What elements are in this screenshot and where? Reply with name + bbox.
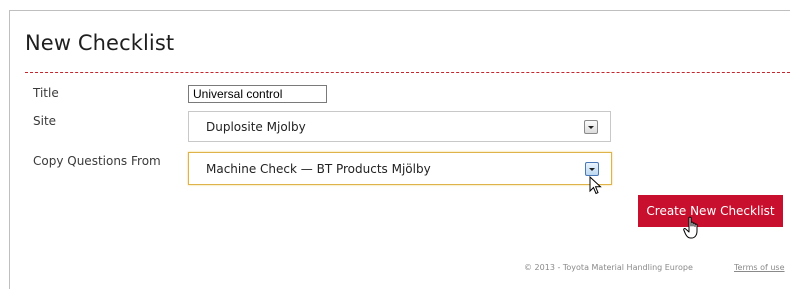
terms-of-use-link[interactable]: Terms of use — [734, 263, 785, 272]
create-new-checklist-button[interactable]: Create New Checklist — [638, 195, 783, 227]
chevron-down-icon[interactable] — [585, 161, 599, 176]
copy-questions-label: Copy Questions From — [33, 154, 161, 168]
copy-questions-value: Machine Check — BT Products Mjölby — [206, 161, 431, 176]
title-label: Title — [33, 86, 59, 100]
site-label: Site — [33, 114, 57, 128]
chevron-down-icon[interactable] — [584, 119, 598, 134]
copy-questions-select[interactable]: Machine Check — BT Products Mjölby — [188, 152, 612, 185]
site-select[interactable]: Duplosite Mjolby — [188, 111, 611, 142]
footer-copyright: © 2013 - Toyota Material Handling Europe — [524, 263, 693, 272]
page-title: New Checklist — [25, 31, 175, 55]
title-divider — [25, 72, 790, 73]
title-input[interactable]: Universal control — [188, 85, 327, 103]
site-select-value: Duplosite Mjolby — [206, 119, 306, 134]
